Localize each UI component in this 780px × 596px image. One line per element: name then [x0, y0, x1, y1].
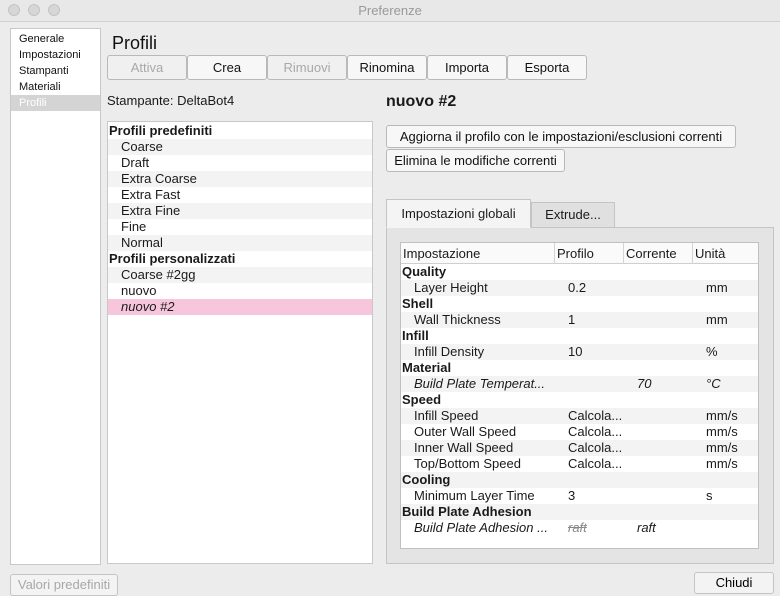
- import-button[interactable]: Importa: [427, 55, 507, 80]
- update-profile-button[interactable]: Aggiorna il profilo con le impostazioni/…: [386, 125, 736, 148]
- table-group-row: Quality: [402, 264, 447, 279]
- sidebar-item-stampanti[interactable]: Stampanti: [11, 63, 100, 79]
- profile-item[interactable]: nuovo: [108, 283, 372, 299]
- table-row[interactable]: Infill Density 10 %: [401, 344, 758, 360]
- table-row[interactable]: Top/Bottom Speed Calcola... mm/s: [401, 456, 758, 472]
- discard-changes-button[interactable]: Elimina le modifiche correnti: [386, 149, 565, 172]
- printer-label: Stampante: DeltaBot4: [107, 93, 235, 108]
- table-row[interactable]: Minimum Layer Time 3 s: [401, 488, 758, 504]
- profile-item[interactable]: Fine: [108, 219, 372, 235]
- profile-item-selected[interactable]: nuovo #2: [108, 299, 372, 315]
- profile-item[interactable]: Draft: [108, 155, 372, 171]
- group-header-custom: Profili personalizzati: [109, 251, 236, 266]
- table-row[interactable]: Build Plate Adhesion ... raft raft: [401, 520, 758, 536]
- profile-item[interactable]: Extra Fine: [108, 203, 372, 219]
- profile-item[interactable]: Extra Coarse: [108, 171, 372, 187]
- remove-button[interactable]: Rimuovi: [267, 55, 347, 80]
- profile-item[interactable]: Extra Fast: [108, 187, 372, 203]
- table-group-row: Speed: [402, 392, 442, 407]
- page-title: Profili: [112, 33, 158, 53]
- rename-button[interactable]: Rinomina: [347, 55, 427, 80]
- sidebar-item-profili[interactable]: Profili: [11, 95, 100, 111]
- table-row[interactable]: Build Plate Temperat... 70 °C: [401, 376, 758, 392]
- create-button[interactable]: Crea: [187, 55, 267, 80]
- table-group-row: Build Plate Adhesion: [401, 504, 758, 520]
- table-group-row: Infill: [402, 328, 429, 343]
- table-row[interactable]: Layer Height 0.2 mm: [401, 280, 758, 296]
- profile-list: Profili predefiniti Coarse Draft Extra C…: [107, 121, 373, 564]
- profile-item[interactable]: Coarse #2gg: [108, 267, 372, 283]
- export-button[interactable]: Esporta: [507, 55, 587, 80]
- preferences-sidebar: Generale Impostazioni Stampanti Material…: [10, 28, 101, 565]
- tab-extruder[interactable]: Extrude...: [531, 202, 615, 228]
- window-title: Preferenze: [358, 3, 422, 18]
- tab-global-settings[interactable]: Impostazioni globali: [386, 199, 531, 228]
- table-row[interactable]: Infill Speed Calcola... mm/s: [401, 408, 758, 424]
- column-header-unit[interactable]: Unità: [693, 243, 758, 264]
- title-bar: Preferenze: [0, 0, 780, 22]
- close-button[interactable]: Chiudi: [694, 572, 774, 594]
- settings-table: Impostazione Profilo Corrente Unità Qual…: [400, 242, 759, 549]
- profile-item[interactable]: Coarse: [108, 139, 372, 155]
- column-header-profile[interactable]: Profilo: [555, 243, 624, 264]
- table-group-row: Shell: [402, 296, 434, 311]
- column-header-setting[interactable]: Impostazione: [401, 243, 555, 264]
- table-row[interactable]: Outer Wall Speed Calcola... mm/s: [401, 424, 758, 440]
- sidebar-item-materiali[interactable]: Materiali: [11, 79, 100, 95]
- table-row[interactable]: Wall Thickness 1 mm: [401, 312, 758, 328]
- table-header: Impostazione Profilo Corrente Unità: [401, 243, 758, 264]
- restore-defaults-button[interactable]: Valori predefiniti: [10, 574, 118, 596]
- selected-profile-heading: nuovo #2: [386, 93, 457, 110]
- activate-button[interactable]: Attiva: [107, 55, 187, 80]
- sidebar-item-impostazioni[interactable]: Impostazioni: [11, 47, 100, 63]
- column-header-current[interactable]: Corrente: [624, 243, 693, 264]
- sidebar-item-generale[interactable]: Generale: [11, 31, 100, 47]
- profile-item[interactable]: Normal: [108, 235, 372, 251]
- table-group-row: Material: [402, 360, 452, 375]
- group-header-predefined: Profili predefiniti: [109, 123, 213, 138]
- table-group-row: Cooling: [401, 472, 758, 488]
- table-row[interactable]: Inner Wall Speed Calcola... mm/s: [401, 440, 758, 456]
